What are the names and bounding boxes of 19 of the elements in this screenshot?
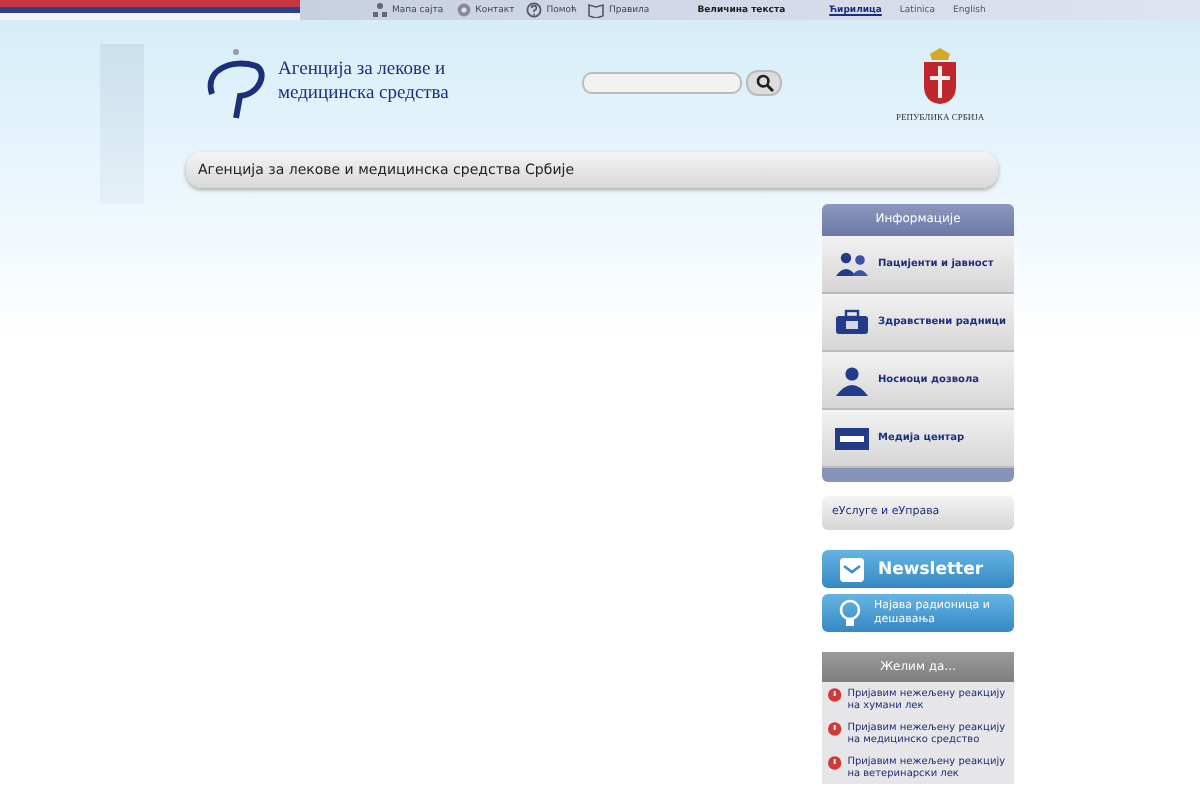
agency-name: Агенција за лекове и медицинска средства [278,60,451,106]
lightbulb-icon [838,597,862,629]
search-button[interactable] [746,70,782,96]
search-icon [755,74,773,92]
agency-logo-icon [204,45,268,121]
search-field[interactable] [582,72,742,94]
alert-icon [828,756,842,770]
coat-of-arms-icon [920,45,961,105]
people-icon [834,249,870,279]
alert-icon [828,722,842,736]
globe-icon [455,2,472,18]
help-icon [526,2,543,18]
book-icon [588,2,605,18]
alert-icon [828,688,842,702]
sitemap-icon [372,2,388,18]
envelope-icon [838,555,866,583]
press-card-icon [834,423,870,453]
person-icon [834,365,870,395]
briefcase-icon [834,307,870,337]
